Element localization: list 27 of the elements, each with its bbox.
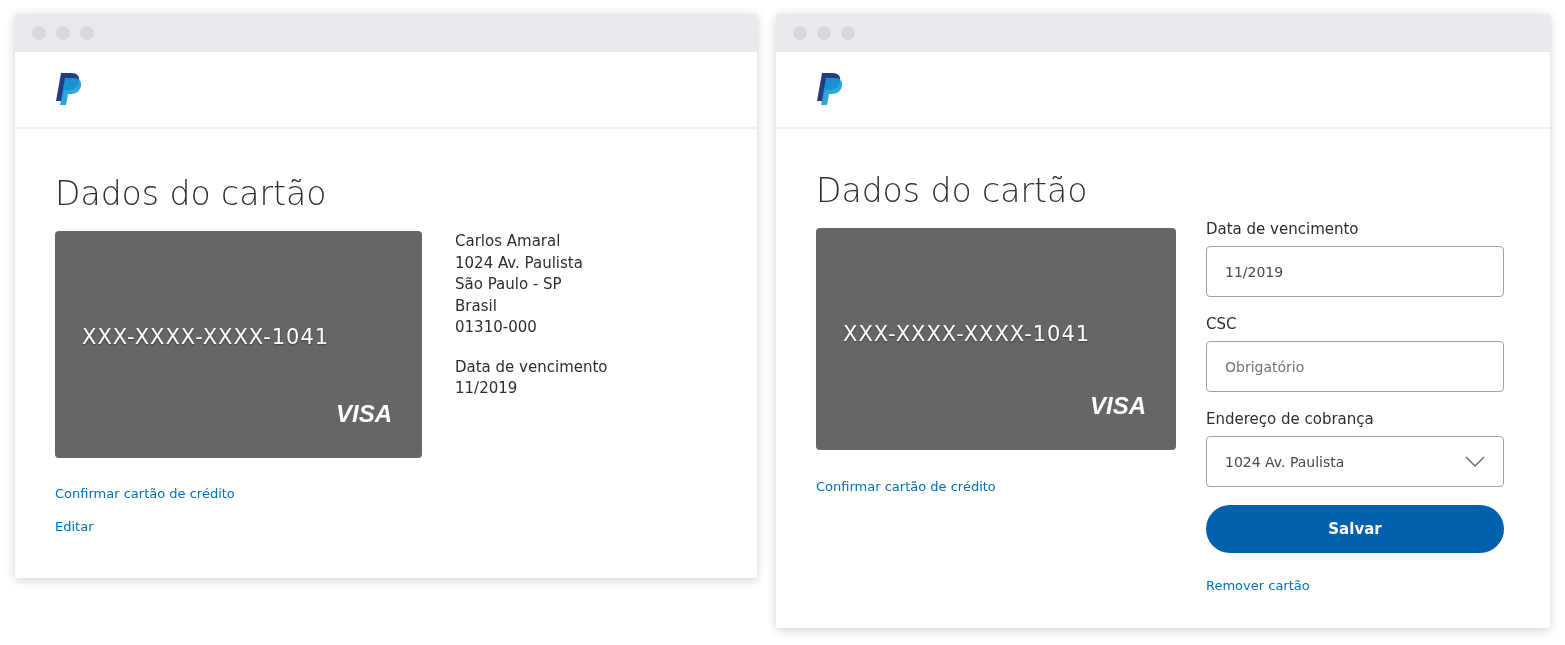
card-brand: VISA <box>336 400 392 428</box>
save-button[interactable]: Salvar <box>1206 505 1504 553</box>
address-line: Carlos Amaral <box>455 231 562 252</box>
card-number: XXX-XXXX-XXXX-1041 <box>82 325 331 349</box>
link[interactable]: Confirmar cartão de crédito <box>55 486 235 501</box>
chevron-down-icon <box>1465 456 1485 467</box>
expiry-value: 11/2019 <box>455 378 519 399</box>
link[interactable]: Confirmar cartão de crédito <box>816 479 996 494</box>
field-label: Data de vencimento <box>1206 220 1360 238</box>
link[interactable]: Editar <box>55 519 94 534</box>
address-line: 1024 Av. Paulista <box>455 252 584 274</box>
address-line: Brasil <box>455 295 498 317</box>
page-heading: Dados do cartão <box>816 171 1089 210</box>
logo-icon <box>55 73 83 106</box>
card-brand: VISA <box>1090 392 1146 420</box>
input-field[interactable]: 11/2019 <box>1206 246 1504 297</box>
address-line: São Paulo - SP <box>455 274 563 295</box>
select-field[interactable]: 1024 Av. Paulista <box>1206 436 1504 487</box>
field-label: Endereço de cobrança <box>1206 410 1375 428</box>
link[interactable]: Remover cartão <box>1206 578 1310 593</box>
address-line: 01310-000 <box>455 317 538 338</box>
input-field[interactable]: Obrigatório <box>1206 341 1504 392</box>
field-label: CSC <box>1206 315 1238 333</box>
expiry-label: Data de vencimento <box>455 356 608 378</box>
logo-icon <box>816 73 844 106</box>
card-number: XXX-XXXX-XXXX-1041 <box>843 322 1092 346</box>
page-heading: Dados do cartão <box>55 174 328 213</box>
